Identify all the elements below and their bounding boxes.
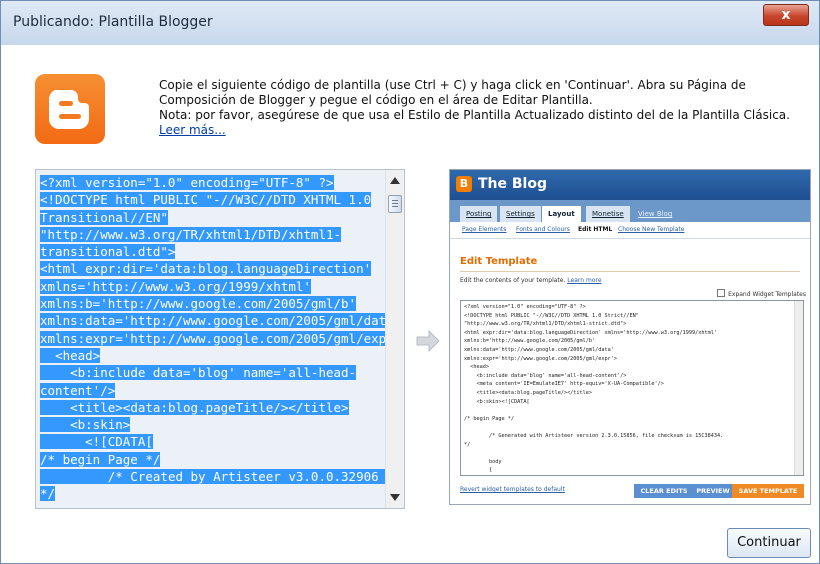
instruction-line-1: Copie el siguiente código de plantilla (…: [159, 78, 746, 92]
preview-save-button: SAVE TEMPLATE: [732, 484, 804, 498]
window-title: Publicando: Plantilla Blogger: [13, 14, 213, 30]
preview-header: B The Blog: [450, 170, 810, 200]
dialog-content: Copie el siguiente código de plantilla (…: [9, 45, 811, 557]
preview-preview-button: PREVIEW: [692, 484, 734, 498]
preview-tab: Posting: [460, 206, 498, 222]
template-code: <?xml version="1.0" encoding="UTF-8" ?> …: [40, 174, 404, 508]
preview-footer: Revert widget templates to default CLEAR…: [460, 484, 804, 498]
preview-clear-button: CLEAR EDITS: [634, 484, 694, 498]
scroll-down-arrow-icon[interactable]: [390, 494, 400, 501]
code-scrollbar[interactable]: [385, 170, 404, 508]
blogger-logo-icon: [35, 74, 105, 144]
selected-code-text: <?xml version="1.0" encoding="UTF-8" ?> …: [40, 175, 404, 508]
preview-tab: Monetise: [586, 206, 630, 222]
preview-divider: [460, 271, 800, 272]
preview-subtab: Choose New Template: [618, 226, 685, 233]
preview-expand-checkbox: Expand Widget Templates: [717, 289, 806, 298]
preview-tab: View Blog: [638, 210, 673, 218]
continue-button[interactable]: Continuar: [727, 528, 811, 558]
preview-note-text: Edit the contents of your template.: [460, 277, 566, 284]
dialog-window: Publicando: Plantilla Blogger x Copie el…: [0, 0, 820, 564]
scroll-up-arrow-icon[interactable]: [390, 177, 400, 184]
preview-expand-label: Expand Widget Templates: [728, 291, 806, 298]
preview-scrollbar: [794, 301, 803, 475]
preview-note: Edit the contents of your template. Lear…: [460, 277, 602, 284]
instructions: Copie el siguiente código de plantilla (…: [159, 78, 799, 138]
template-code-textarea[interactable]: <?xml version="1.0" encoding="UTF-8" ?> …: [35, 169, 405, 509]
blogger-preview-image: B The Blog Posting Settings Layout Monet…: [449, 169, 811, 505]
instruction-line-2: Composición de Blogger y pegue el código…: [159, 93, 593, 107]
preview-tab: Settings: [500, 206, 541, 222]
preview-heading: Edit Template: [460, 256, 538, 267]
preview-subtab: Fonts and Colours: [516, 226, 570, 233]
preview-blog-title: The Blog: [478, 176, 547, 192]
preview-tab-active: Layout: [542, 206, 581, 222]
preview-subtabs: Page Elements Fonts and Colours Edit HTM…: [450, 222, 810, 239]
preview-tabs: Posting Settings Layout Monetise View Bl…: [450, 200, 810, 222]
preview-blogger-logo-icon: B: [456, 176, 472, 192]
read-more-link[interactable]: Leer más...: [159, 123, 226, 137]
close-button[interactable]: x: [763, 4, 809, 26]
preview-code: <?xml version="1.0" encoding="UTF-8" ?> …: [464, 304, 724, 474]
preview-subtab-active: Edit HTML: [578, 226, 613, 233]
right-arrow-icon: [416, 329, 440, 353]
scroll-thumb[interactable]: [388, 195, 402, 213]
preview-learn-more-link: Learn more: [567, 277, 602, 284]
preview-revert-link: Revert widget templates to default: [460, 486, 565, 493]
preview-subtab: Page Elements: [462, 226, 507, 233]
preview-code-editor: <?xml version="1.0" encoding="UTF-8" ?> …: [460, 300, 804, 476]
instruction-line-3: Nota: por favor, asegúrese de que usa el…: [159, 108, 790, 122]
title-bar[interactable]: Publicando: Plantilla Blogger x: [1, 1, 819, 45]
